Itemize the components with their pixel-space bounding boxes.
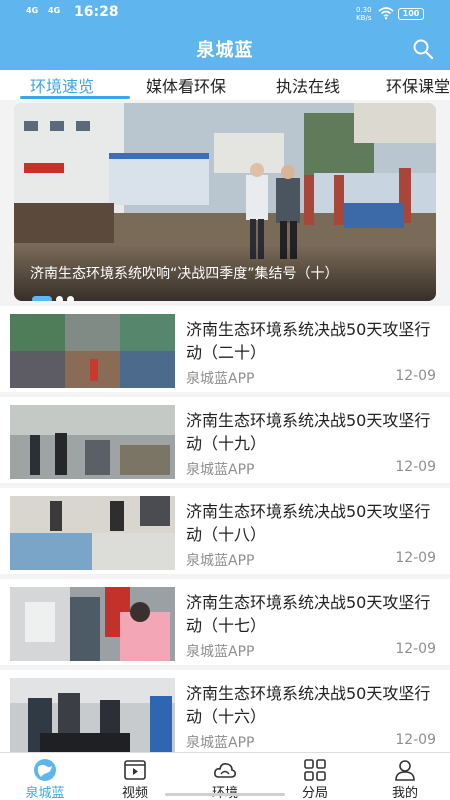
nav-home[interactable]: 泉城蓝 xyxy=(0,755,90,800)
news-thumbnail xyxy=(10,496,175,570)
news-date: 12-09 xyxy=(395,732,436,748)
banner-caption: 济南生态环境系统吹响“决战四季度”集结号（十） xyxy=(30,266,339,282)
nav-label: 视频 xyxy=(121,786,148,800)
news-source: 泉城蓝APP xyxy=(186,644,255,660)
news-thumbnail xyxy=(10,587,175,661)
status-bar: 4G 4G 16:28 0.30 KB/s 100 xyxy=(0,0,450,28)
network-speed-value: 0.30 xyxy=(356,6,372,14)
news-source: 泉城蓝APP xyxy=(186,371,255,387)
news-item[interactable]: 济南生态环境系统决战50天攻坚行动（二十） 泉城蓝APP 12-09 xyxy=(0,306,450,392)
nav-label: 分局 xyxy=(301,786,328,800)
tab-environment-overview[interactable]: 环境速览 xyxy=(30,73,94,97)
news-title: 济南生态环境系统决战50天攻坚行动（十九） xyxy=(186,411,431,453)
page-title: 泉城蓝 xyxy=(196,40,254,61)
network-speed-unit: KB/s xyxy=(356,14,372,22)
news-title: 济南生态环境系统决战50天攻坚行动（十七） xyxy=(186,593,431,635)
news-source: 泉城蓝APP xyxy=(186,553,255,569)
pagination-dot[interactable] xyxy=(56,296,63,301)
news-date: 12-09 xyxy=(395,459,436,475)
news-title: 济南生态环境系统决战50天攻坚行动（十八） xyxy=(186,502,431,544)
nav-label: 我的 xyxy=(391,786,418,800)
news-thumbnail xyxy=(10,314,175,388)
news-date: 12-09 xyxy=(395,550,436,566)
banner-pagination xyxy=(32,289,78,301)
news-item[interactable]: 济南生态环境系统决战50天攻坚行动（十六） 泉城蓝APP 12-09 xyxy=(0,670,450,756)
news-date: 12-09 xyxy=(395,368,436,384)
nav-label: 环境 xyxy=(180,782,270,800)
news-item[interactable]: 济南生态环境系统决战50天攻坚行动（十九） 泉城蓝APP 12-09 xyxy=(0,397,450,483)
news-item[interactable]: 济南生态环境系统决战50天攻坚行动（十八） 泉城蓝APP 12-09 xyxy=(0,488,450,574)
cloud-icon xyxy=(214,763,236,778)
news-source: 泉城蓝APP xyxy=(186,462,255,478)
wifi-icon xyxy=(378,7,394,20)
nav-profile[interactable]: 我的 xyxy=(360,755,450,800)
news-title: 济南生态环境系统决战50天攻坚行动（十六） xyxy=(186,684,431,726)
featured-banner[interactable]: 济南生态环境系统吹响“决战四季度”集结号（十） xyxy=(14,103,436,301)
home-indicator[interactable] xyxy=(165,793,285,796)
active-tab-indicator xyxy=(20,96,130,99)
grid-icon xyxy=(304,759,326,781)
globe-icon xyxy=(34,759,56,781)
pagination-dot-active[interactable] xyxy=(32,296,52,301)
news-title: 济南生态环境系统决战50天攻坚行动（二十） xyxy=(186,320,431,362)
category-tabs: 环境速览 媒体看环保 执法在线 环保课堂 xyxy=(0,70,450,100)
pagination-dot[interactable] xyxy=(67,296,74,301)
tab-law-enforcement[interactable]: 执法在线 xyxy=(276,73,340,97)
network-speed: 0.30 KB/s xyxy=(356,6,372,22)
video-icon xyxy=(124,760,146,780)
news-thumbnail xyxy=(10,678,175,752)
person-icon xyxy=(395,760,415,781)
news-item[interactable]: 济南生态环境系统决战50天攻坚行动（十七） 泉城蓝APP 12-09 xyxy=(0,579,450,665)
news-thumbnail xyxy=(10,405,175,479)
tab-media-view[interactable]: 媒体看环保 xyxy=(146,73,226,97)
search-icon[interactable] xyxy=(412,38,434,60)
nav-label: 泉城蓝 xyxy=(25,786,65,800)
app-header: 泉城蓝 xyxy=(0,28,450,70)
tab-environment-class[interactable]: 环保课堂 xyxy=(386,73,450,97)
news-date: 12-09 xyxy=(395,641,436,657)
news-source: 泉城蓝APP xyxy=(186,735,255,751)
network-indicator-2: 4G xyxy=(48,6,61,15)
network-indicator: 4G xyxy=(26,6,39,15)
clock: 16:28 xyxy=(74,4,119,20)
battery-indicator: 100 xyxy=(398,8,424,20)
